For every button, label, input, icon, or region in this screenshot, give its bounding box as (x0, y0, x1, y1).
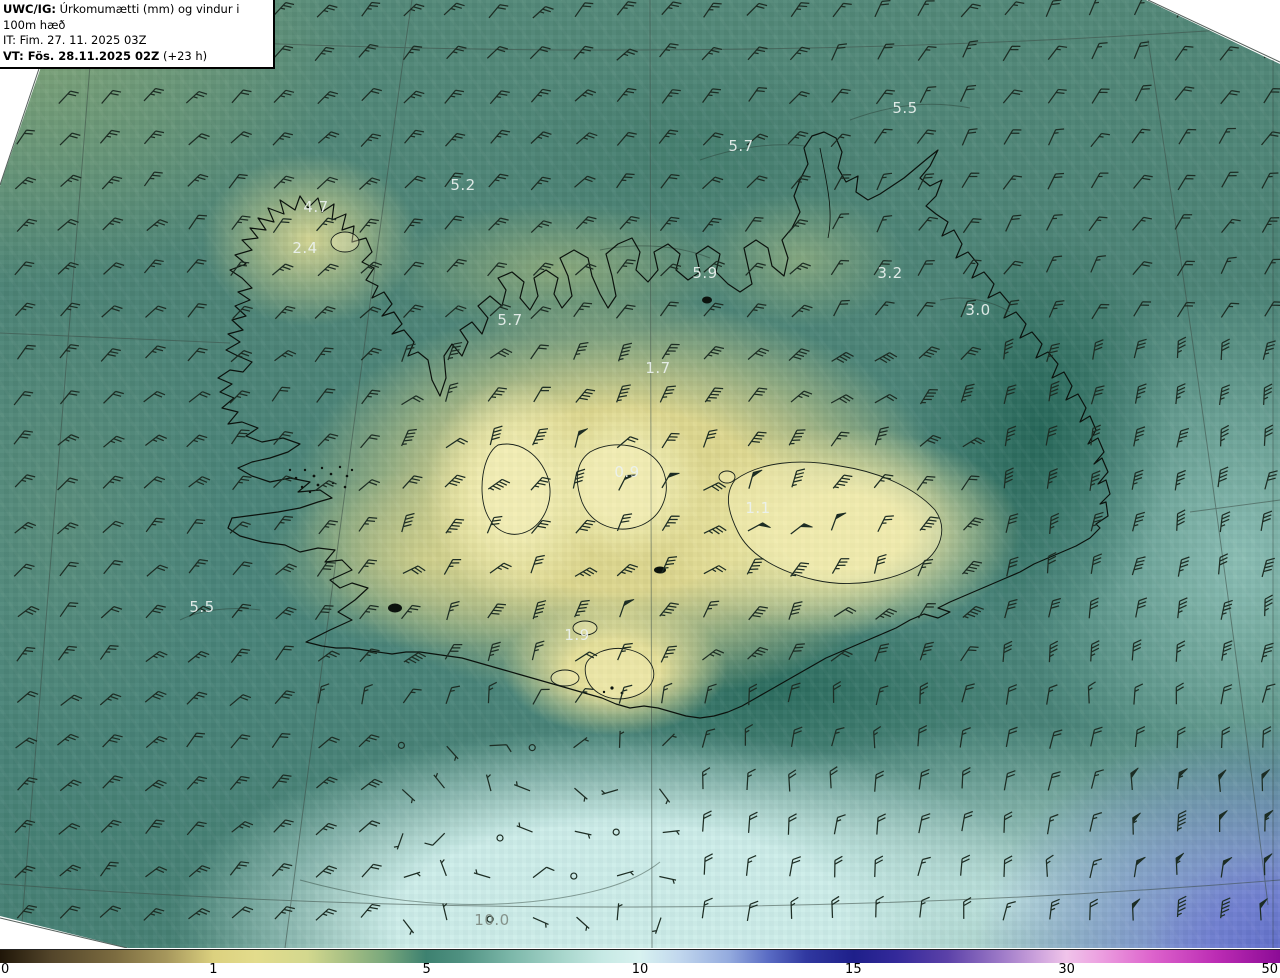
contour-label: 2.4 (292, 239, 318, 257)
colorbar-tick-50: 50 (1261, 962, 1278, 977)
wind-barb-layer (13, 0, 1280, 935)
contour-label: 3.2 (877, 264, 903, 282)
contour-label: 5.9 (692, 264, 718, 282)
contour-label: 5.7 (497, 311, 523, 329)
contour-label: 5.5 (892, 99, 918, 117)
colorbar-tick-0: 0 (1, 962, 10, 977)
contour-label: 10.0 (474, 911, 510, 929)
colorbar-tick-5: 5 (422, 962, 431, 977)
colorbar-gradient (0, 949, 1280, 963)
contour-label: 4.7 (303, 198, 329, 216)
contour-label: 0.9 (614, 463, 640, 481)
colorbar-tick-labels: 0 1 5 10 15 30 50 (0, 962, 1280, 977)
colorbar-tick-15: 15 (845, 962, 862, 977)
contour-label: 1.1 (745, 499, 771, 517)
colorbar-tick-30: 30 (1058, 962, 1075, 977)
chart-title-line: UWC/IG: Úrkomumætti (mm) og vindur i 100… (3, 2, 240, 32)
valid-time-line: VT: Fös. 28.11.2025 02Z (+23 h) (3, 48, 208, 63)
contour-label: 5.5 (189, 598, 215, 616)
colorbar-tick-1: 1 (209, 962, 218, 977)
contour-label: 5.7 (728, 137, 754, 155)
init-time-line: IT: Fim. 27. 11. 2025 03Z (3, 33, 147, 47)
chart-title-box: UWC/IG: Úrkomumætti (mm) og vindur i 100… (0, 0, 275, 69)
contour-label: 1.9 (564, 626, 590, 644)
model-id: UWC/IG: (3, 2, 56, 16)
colorbar-tick-10: 10 (631, 962, 649, 977)
contour-label: 1.7 (645, 359, 671, 377)
weather-chart-screenshot: 5.5 5.7 5.2 4.7 2.4 5.9 3.2 3.0 5.7 1.7 0.9 1.1 1.9 5… (0, 0, 1280, 978)
contour-label: 3.0 (965, 301, 991, 319)
precipitation-colorbar: 0 1 5 10 15 30 50 (0, 948, 1280, 978)
iceland-precip-wind-map: 5.5 5.7 5.2 4.7 2.4 5.9 3.2 3.0 5.7 1.7 0.9 1.1 1.9 5… (0, 0, 1280, 948)
contour-label: 5.2 (450, 176, 476, 194)
